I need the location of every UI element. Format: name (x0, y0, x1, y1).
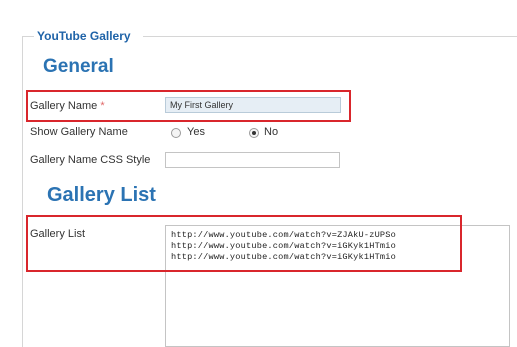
show-gallery-name-no-label[interactable]: No (264, 126, 278, 138)
fieldset-legend: YouTube Gallery (37, 29, 131, 43)
gallery-list-label: Gallery List (30, 228, 86, 240)
section-heading-general: General (43, 56, 114, 77)
show-gallery-name-no-radio[interactable] (249, 128, 259, 138)
gallery-name-label: Gallery Name * (30, 100, 105, 112)
show-gallery-name-label: Show Gallery Name (30, 126, 128, 138)
fieldset-border-top-left (22, 36, 34, 37)
required-marker: * (100, 100, 105, 112)
section-heading-gallery-list: Gallery List (47, 184, 156, 206)
gallery-list-line: http://www.youtube.com/watch?v=iGKyk1HTm… (171, 252, 396, 262)
gallery-list-line: http://www.youtube.com/watch?v=iGKyk1HTm… (171, 241, 396, 251)
fieldset-border-left (22, 36, 23, 347)
gallery-name-input[interactable] (165, 97, 341, 113)
gallery-name-label-text: Gallery Name (30, 100, 98, 112)
gallery-list-line: http://www.youtube.com/watch?v=ZJAkU-zUP… (171, 230, 396, 240)
show-gallery-name-yes-radio[interactable] (171, 128, 181, 138)
youtube-gallery-form: YouTube Gallery General Gallery Name * S… (0, 0, 517, 347)
show-gallery-name-yes-label[interactable]: Yes (187, 126, 205, 138)
css-style-label: Gallery Name CSS Style (30, 154, 151, 166)
fieldset-border-top-right (143, 36, 517, 37)
css-style-input[interactable] (165, 152, 340, 168)
